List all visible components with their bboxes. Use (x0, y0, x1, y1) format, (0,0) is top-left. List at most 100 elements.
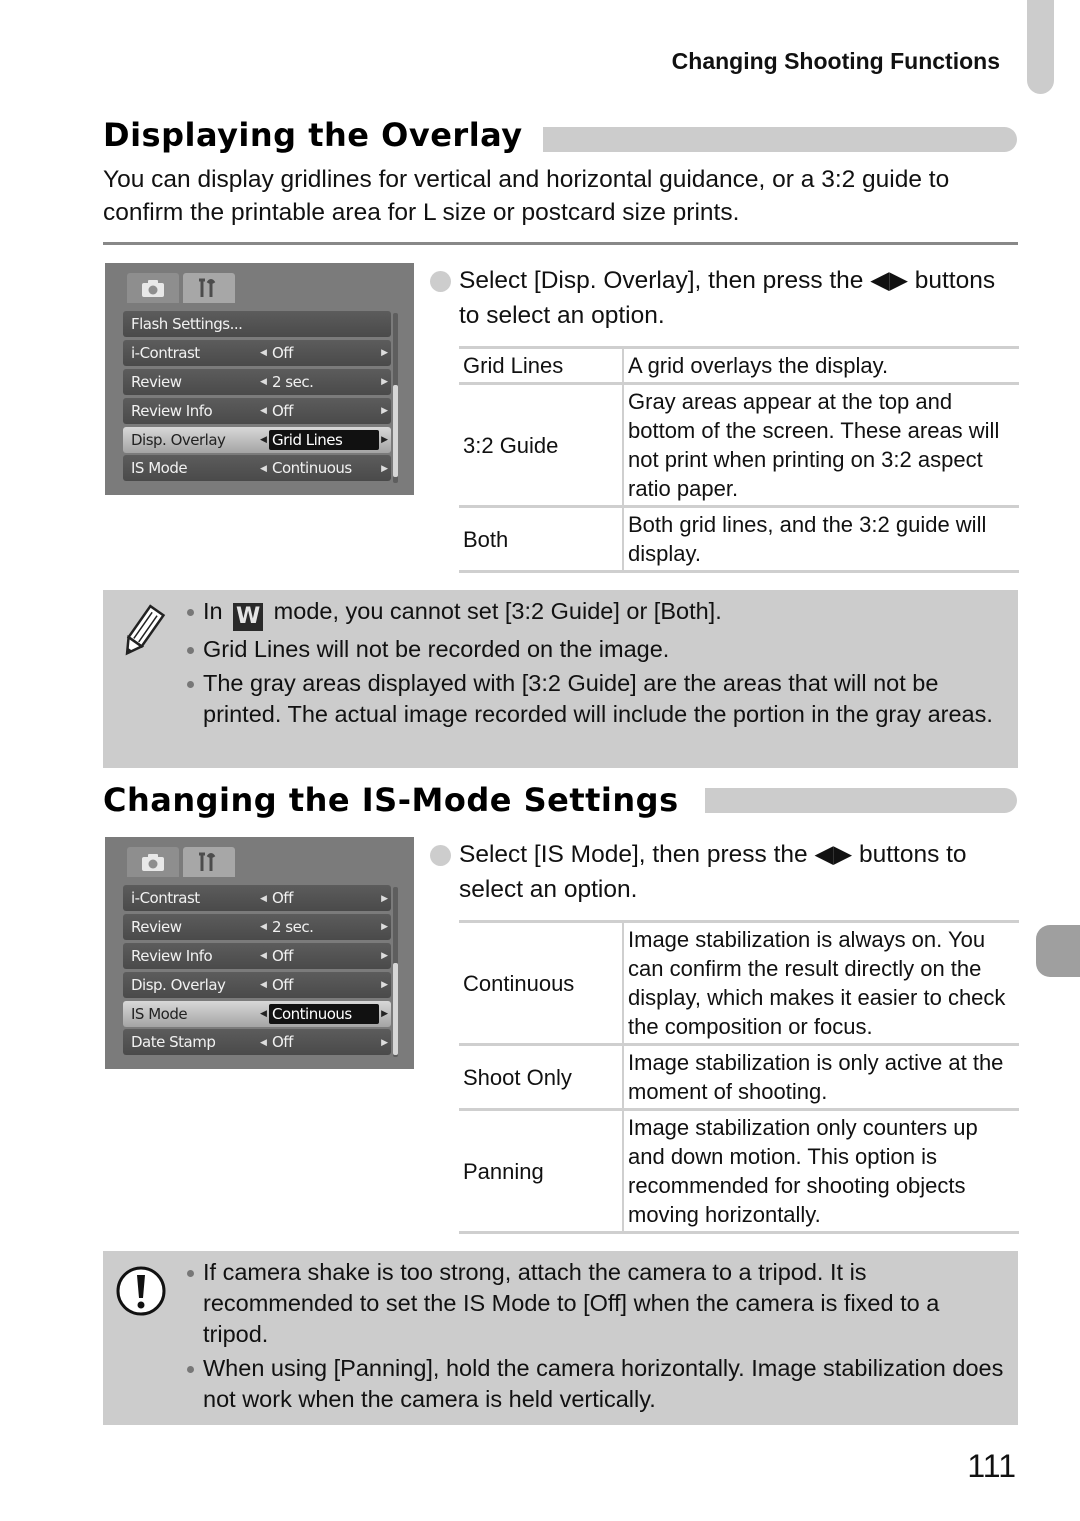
caution-item: If camera shake is too strong, attach th… (185, 1257, 1004, 1350)
section-title-is-mode: Changing the IS-Mode Settings (103, 781, 679, 819)
right-arrow-icon: ▶ (381, 921, 388, 932)
right-arrow-icon: ▶ (381, 347, 388, 358)
menu-row-label: Review Info (131, 946, 213, 965)
menu-row-label: Date Stamp (131, 1033, 216, 1052)
chapter-tab-top (1027, 0, 1054, 94)
option-name: 3:2 Guide (459, 382, 624, 507)
is-mode-options-table: Continuous Image stabilization is always … (459, 920, 1019, 1234)
menu-row-label: i-Contrast (131, 889, 200, 907)
step-bullet-icon (430, 845, 451, 866)
menu-row-label: IS Mode (131, 1004, 188, 1023)
menu-row-value: 2 sec. (272, 917, 314, 936)
menu-row-label: Review (131, 917, 182, 936)
left-arrow-icon: ◀ (260, 347, 267, 358)
note-item: Grid Lines will not be recorded on the i… (185, 634, 1000, 665)
left-arrow-icon: ◀ (260, 921, 267, 932)
step-instruction: Select [IS Mode], then press the ◀▶ butt… (430, 837, 1020, 907)
left-arrow-icon: ◀ (260, 950, 267, 961)
option-row: Both Both grid lines, and the 3:2 guide w… (459, 505, 1019, 573)
menu-row-value: Off (272, 975, 293, 994)
option-description: A grid overlays the display. (623, 346, 1019, 384)
right-arrow-icon: ▶ (381, 405, 388, 416)
camera-tab-icon (127, 273, 179, 303)
menu-row-value: Off (272, 1033, 293, 1052)
title-decor-bar (543, 127, 1017, 152)
caution-icon (115, 1265, 167, 1322)
pencil-icon (118, 604, 166, 665)
left-arrow-icon: ◀ (260, 892, 267, 903)
menu-row: Flash Settings... (123, 311, 391, 337)
chapter-index-tab[interactable] (1036, 925, 1080, 977)
settings-tab-icon (183, 847, 235, 877)
left-arrow-icon: ◀ (260, 1008, 267, 1019)
left-arrow-icon: ◀ (260, 376, 267, 387)
menu-row-value: Continuous (272, 459, 352, 478)
section-intro: You can display gridlines for vertical a… (103, 166, 950, 226)
title-decor-bar (705, 788, 1017, 813)
menu-scrollbar (393, 887, 398, 1057)
menu-row-label: Disp. Overlay (131, 430, 226, 449)
right-arrow-icon: ▶ (381, 376, 388, 387)
menu-row-value: Off (272, 343, 293, 362)
option-description: Image stabilization is always on. You ca… (623, 920, 1019, 1045)
menu-row-value: 2 sec. (272, 372, 314, 391)
right-arrow-icon: ▶ (381, 979, 388, 990)
menu-row: Review ◀ 2 sec. ▶ (123, 368, 391, 395)
option-name: Continuous (459, 920, 624, 1045)
left-right-arrows-icon: ◀▶ (870, 267, 908, 294)
option-row: 3:2 Guide Gray areas appear at the top an… (459, 382, 1019, 507)
page-number: 111 (967, 1448, 1016, 1484)
note-box: In W mode, you cannot set [3:2 Guide] or… (103, 590, 1018, 768)
menu-row: i-Contrast ◀ Off ▶ (123, 339, 391, 366)
camera-menu-screenshot-is-mode: i-Contrast ◀ Off ▶ Review ◀ 2 sec. ▶ Review Info… (105, 837, 414, 1069)
menu-row: Review ◀ 2 sec. ▶ (123, 913, 391, 940)
option-name: Grid Lines (459, 346, 624, 384)
step-instruction: Select [Disp. Overlay], then press the ◀… (430, 263, 1020, 333)
menu-row: Review Info ◀ Off ▶ (123, 942, 391, 969)
option-description: Image stabilization is only active at th… (623, 1043, 1019, 1110)
camera-menu-screenshot-overlay: Flash Settings... i-Contrast ◀ Off ▶ Review ◀ 2… (105, 263, 414, 495)
option-row: Grid Lines A grid overlays the display. (459, 346, 1019, 384)
menu-row-label: Disp. Overlay (131, 975, 226, 994)
menu-row-value: Continuous (269, 1003, 379, 1024)
right-arrow-icon: ▶ (381, 892, 388, 903)
menu-row: Date Stamp ◀ Off ▶ (123, 1029, 391, 1056)
menu-row: IS Mode ◀ Continuous ▶ (123, 1000, 391, 1027)
right-arrow-icon: ▶ (381, 950, 388, 961)
right-arrow-icon: ▶ (381, 462, 388, 473)
menu-row-label: Review Info (131, 401, 213, 420)
settings-tab-icon (183, 273, 235, 303)
note-item: The gray areas displayed with [3:2 Guide… (185, 668, 1000, 730)
section-divider (103, 242, 1018, 245)
menu-row-value: Off (272, 946, 293, 965)
right-arrow-icon: ▶ (381, 1036, 388, 1047)
option-row: Continuous Image stabilization is always … (459, 920, 1019, 1045)
right-arrow-icon: ▶ (381, 434, 388, 445)
left-arrow-icon: ◀ (260, 462, 267, 473)
menu-row-value: Off (272, 889, 293, 907)
menu-row-label: Review (131, 372, 182, 391)
option-description: Image stabilization only counters up and… (623, 1108, 1019, 1234)
option-name: Panning (459, 1108, 624, 1234)
option-row: Panning Image stabilization only counters… (459, 1108, 1019, 1234)
caution-box: If camera shake is too strong, attach th… (103, 1251, 1018, 1425)
left-arrow-icon: ◀ (260, 434, 267, 445)
caution-item: When using [Panning], hold the camera ho… (185, 1353, 1004, 1415)
menu-row: IS Mode ◀ Continuous ▶ (123, 455, 391, 482)
note-item: In W mode, you cannot set [3:2 Guide] or… (185, 596, 1000, 631)
step-bullet-icon (430, 271, 451, 292)
left-arrow-icon: ◀ (260, 979, 267, 990)
menu-row: Disp. Overlay ◀ Grid Lines ▶ (123, 426, 391, 453)
left-arrow-icon: ◀ (260, 405, 267, 416)
menu-row: Review Info ◀ Off ▶ (123, 397, 391, 424)
option-name: Shoot Only (459, 1043, 624, 1110)
camera-tab-icon (127, 847, 179, 877)
section-title-overlay: Displaying the Overlay (103, 116, 523, 154)
menu-row-value: Grid Lines (269, 429, 379, 450)
running-head: Changing Shooting Functions (671, 48, 1000, 74)
menu-row-label: IS Mode (131, 459, 188, 478)
left-right-arrows-icon: ◀▶ (814, 841, 853, 868)
menu-row-label: Flash Settings... (131, 315, 243, 333)
w-mode-icon: W (233, 603, 264, 631)
menu-row-value: Off (272, 401, 293, 420)
